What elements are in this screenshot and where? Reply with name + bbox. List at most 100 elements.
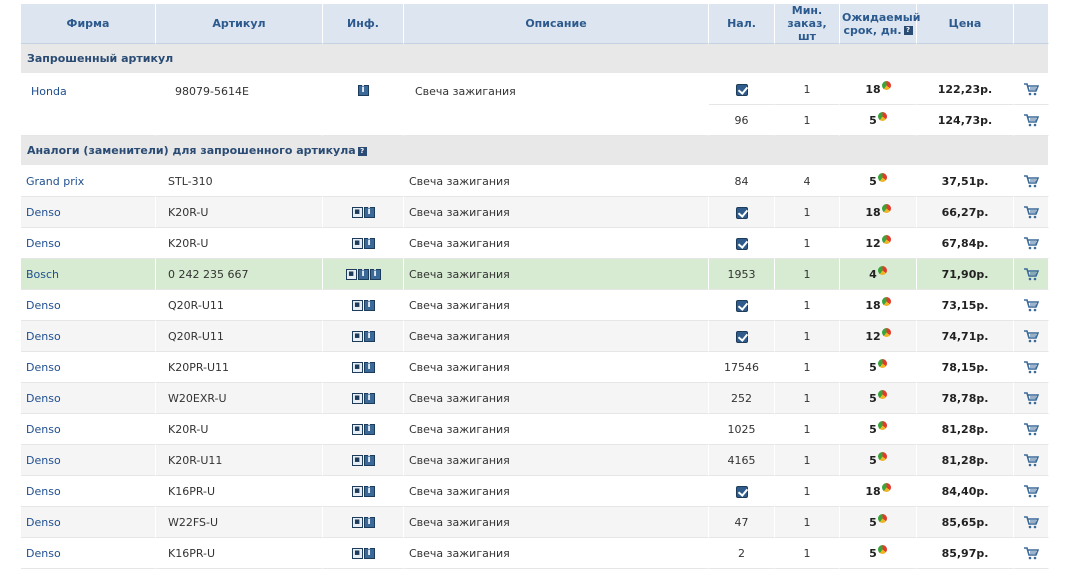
header-description[interactable]: Описание	[404, 4, 709, 44]
info-icon[interactable]: i	[363, 455, 375, 466]
help-icon[interactable]: ?	[903, 26, 913, 35]
header-eta[interactable]: Ожидаемый срок, дн.?	[840, 4, 920, 44]
pie-chart-icon[interactable]	[877, 172, 887, 182]
info-icon[interactable]: i	[369, 269, 381, 280]
analog-cart[interactable]	[1014, 383, 1049, 414]
analog-cart[interactable]	[1014, 414, 1049, 445]
header-article[interactable]: Артикул	[156, 4, 323, 44]
cart-icon[interactable]	[1023, 267, 1039, 281]
info-icon[interactable]: i	[363, 207, 375, 218]
analog-firm[interactable]: Denso	[21, 476, 156, 507]
photo-icon[interactable]: ▪	[351, 517, 363, 528]
header-min-order[interactable]: Мин. заказ, шт	[775, 4, 840, 44]
info-icon[interactable]: i	[363, 486, 375, 497]
photo-icon[interactable]: ▪	[351, 362, 363, 373]
analog-firm[interactable]: Denso	[21, 507, 156, 538]
pie-chart-icon[interactable]	[877, 420, 887, 430]
photo-icon[interactable]: ▪	[351, 207, 363, 218]
pie-chart-icon[interactable]	[881, 203, 891, 213]
analog-article[interactable]: K16PR-U	[156, 538, 323, 569]
cart-icon[interactable]	[1023, 205, 1039, 219]
analog-cart[interactable]	[1014, 507, 1049, 538]
analog-firm[interactable]: Denso	[21, 445, 156, 476]
analog-article[interactable]: K20PR-U11	[156, 352, 323, 383]
info-icon[interactable]: i	[363, 517, 375, 528]
pie-chart-icon[interactable]	[881, 80, 891, 90]
cart-icon[interactable]	[1023, 546, 1039, 560]
analog-firm[interactable]: Grand prix	[21, 166, 156, 197]
info-icon[interactable]: i	[363, 331, 375, 342]
info-icon[interactable]: i	[357, 84, 369, 96]
cart-icon[interactable]	[1023, 236, 1039, 250]
photo-icon[interactable]: ▪	[351, 424, 363, 435]
pie-chart-icon[interactable]	[877, 265, 887, 275]
analog-article[interactable]: K20R-U	[156, 197, 323, 228]
info-icon[interactable]: i	[363, 238, 375, 249]
analog-article[interactable]: Q20R-U11	[156, 290, 323, 321]
photo-icon[interactable]: ▪	[351, 331, 363, 342]
info-icon[interactable]: i	[357, 269, 369, 280]
analog-article[interactable]: W22FS-U	[156, 507, 323, 538]
analog-firm[interactable]: Bosch	[21, 259, 156, 290]
pie-chart-icon[interactable]	[877, 451, 887, 461]
cart-icon[interactable]	[1023, 453, 1039, 467]
analog-cart[interactable]	[1014, 197, 1049, 228]
requested-cart-1[interactable]	[1014, 105, 1049, 136]
analog-cart[interactable]	[1014, 476, 1049, 507]
info-icon[interactable]: i	[363, 362, 375, 373]
cart-icon[interactable]	[1023, 391, 1039, 405]
analog-firm[interactable]: Denso	[21, 290, 156, 321]
analog-firm[interactable]: Denso	[21, 383, 156, 414]
info-icon[interactable]: i	[363, 424, 375, 435]
analog-article[interactable]: STL-310	[156, 166, 323, 197]
cart-icon[interactable]	[1023, 422, 1039, 436]
info-icon[interactable]: i	[363, 300, 375, 311]
photo-icon[interactable]: ▪	[351, 238, 363, 249]
help-icon[interactable]: ?	[357, 146, 367, 156]
analog-article[interactable]: 0 242 235 667	[156, 259, 323, 290]
pie-chart-icon[interactable]	[881, 482, 891, 492]
cart-icon[interactable]	[1023, 298, 1039, 312]
analog-article[interactable]: K20R-U11	[156, 445, 323, 476]
pie-chart-icon[interactable]	[877, 513, 887, 523]
cart-icon[interactable]	[1023, 484, 1039, 498]
analog-firm[interactable]: Denso	[21, 321, 156, 352]
pie-chart-icon[interactable]	[881, 234, 891, 244]
pie-chart-icon[interactable]	[881, 327, 891, 337]
analog-cart[interactable]	[1014, 538, 1049, 569]
analog-article[interactable]: K16PR-U	[156, 476, 323, 507]
photo-icon[interactable]: ▪	[351, 486, 363, 497]
analog-firm[interactable]: Denso	[21, 352, 156, 383]
photo-icon[interactable]: ▪	[345, 269, 357, 280]
cart-icon[interactable]	[1023, 515, 1039, 529]
analog-article[interactable]: W20EXR-U	[156, 383, 323, 414]
cart-icon[interactable]	[1023, 174, 1039, 188]
analog-cart[interactable]	[1014, 352, 1049, 383]
photo-icon[interactable]: ▪	[351, 393, 363, 404]
analog-firm[interactable]: Denso	[21, 538, 156, 569]
requested-firm[interactable]: Honda	[21, 74, 156, 136]
analog-firm[interactable]: Denso	[21, 197, 156, 228]
pie-chart-icon[interactable]	[881, 296, 891, 306]
header-stock[interactable]: Нал.	[709, 4, 775, 44]
analog-cart[interactable]	[1014, 228, 1049, 259]
analog-cart[interactable]	[1014, 290, 1049, 321]
requested-article[interactable]: 98079-5614E	[156, 74, 323, 136]
analog-article[interactable]: Q20R-U11	[156, 321, 323, 352]
pie-chart-icon[interactable]	[877, 358, 887, 368]
analog-cart[interactable]	[1014, 321, 1049, 352]
header-firm[interactable]: Фирма	[21, 4, 156, 44]
cart-icon[interactable]	[1023, 329, 1039, 343]
photo-icon[interactable]: ▪	[351, 455, 363, 466]
cart-icon[interactable]	[1023, 82, 1039, 96]
pie-chart-icon[interactable]	[877, 544, 887, 554]
info-icon[interactable]: i	[363, 393, 375, 404]
photo-icon[interactable]: ▪	[351, 548, 363, 559]
requested-cart-0[interactable]	[1014, 74, 1049, 105]
cart-icon[interactable]	[1023, 113, 1039, 127]
analog-cart[interactable]	[1014, 259, 1049, 290]
analog-firm[interactable]: Denso	[21, 228, 156, 259]
pie-chart-icon[interactable]	[877, 111, 887, 121]
analog-article[interactable]: K20R-U	[156, 228, 323, 259]
info-icon[interactable]: i	[363, 548, 375, 559]
